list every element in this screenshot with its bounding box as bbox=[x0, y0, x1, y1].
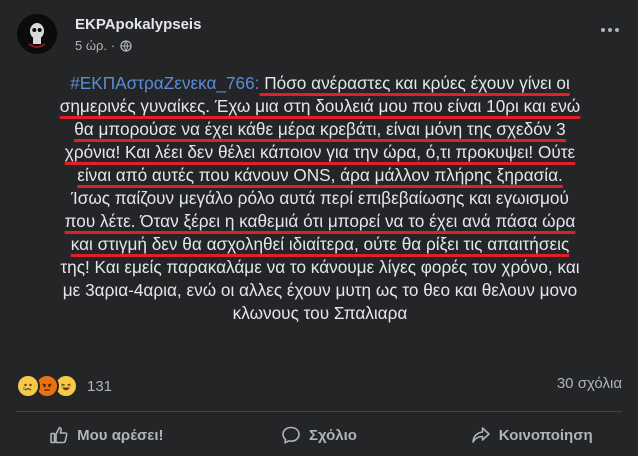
post-line: με 3αρια-4αρια, ενώ οι αλλες έχουν μυτη … bbox=[62, 280, 578, 300]
divider bbox=[16, 411, 622, 412]
share-label: Κοινοποίηση bbox=[498, 426, 593, 444]
post-line: χρόνια! Και λέει δεν θέλει κάποιον για τ… bbox=[64, 142, 576, 162]
post-line: #ΕΚΠΑστραΖενεκα_766: Πόσο ανέραστες και … bbox=[14, 72, 626, 95]
share-arrow-icon bbox=[471, 427, 490, 443]
like-label: Μου αρέσει! bbox=[77, 426, 164, 444]
comments-count-link[interactable]: 30 σχόλια bbox=[557, 375, 622, 392]
post-line: θα μπορούσε να έχει κάθε μέρα κρεβάτι, ε… bbox=[74, 119, 566, 139]
post-time[interactable]: 5 ώρ. · bbox=[75, 38, 115, 53]
dot-icon bbox=[601, 28, 605, 32]
like-button[interactable]: Μου αρέσει! bbox=[0, 414, 213, 456]
sad-face-icon bbox=[16, 374, 40, 398]
post-line: που λέτε. Όταν ξέρει η καθεμιά ότι μπορε… bbox=[64, 211, 576, 231]
dot-icon bbox=[615, 28, 619, 32]
reaction-count: 131 bbox=[87, 377, 113, 395]
comment-button[interactable]: Σχόλιο bbox=[213, 414, 426, 456]
post-text: #ΕΚΠΑστραΖενεκα_766: Πόσο ανέραστες και … bbox=[14, 72, 626, 325]
skull-logo-icon bbox=[17, 14, 57, 54]
post-meta: 5 ώρ. · bbox=[75, 38, 132, 53]
more-options-button[interactable] bbox=[598, 20, 622, 40]
post-line: κλωνους του Σπαλιαρα bbox=[232, 303, 408, 323]
share-button[interactable]: Κοινοποίηση bbox=[425, 414, 638, 456]
globe-icon bbox=[120, 39, 132, 52]
post-line: και στιγμή δεν θα ασχοληθεί ιδιαίτερα, ο… bbox=[70, 234, 570, 254]
thumbs-up-icon bbox=[50, 426, 68, 444]
hashtag-link[interactable]: #ΕΚΠΑστραΖενεκα_766: bbox=[70, 73, 259, 93]
reactions-summary[interactable]: 131 bbox=[16, 374, 112, 398]
post-line-text: Πόσο ανέραστες και κρύες έχουν γίνει οι bbox=[259, 73, 570, 93]
post-line: της! Και εμείς παρακαλάμε να το κάνουμε … bbox=[60, 257, 580, 277]
post-line: Ίσως παίζουν μεγάλο ρόλο αυτά περί επιβε… bbox=[71, 188, 569, 208]
comment-bubble-icon bbox=[282, 426, 300, 444]
comment-label: Σχόλιο bbox=[309, 426, 357, 444]
avatar[interactable] bbox=[17, 14, 57, 54]
post-line: σημερινές γυναίκες. Έχω μια στη δουλειά … bbox=[59, 96, 581, 116]
dot-icon bbox=[608, 28, 612, 32]
post-line: είναι από αυτές που κάνουν ONS, άρα μάλλ… bbox=[77, 165, 563, 185]
author-name[interactable]: EKPApokalypseis bbox=[75, 16, 201, 33]
post-actions: Μου αρέσει! Σχόλιο Κοινοποίηση bbox=[0, 414, 638, 456]
